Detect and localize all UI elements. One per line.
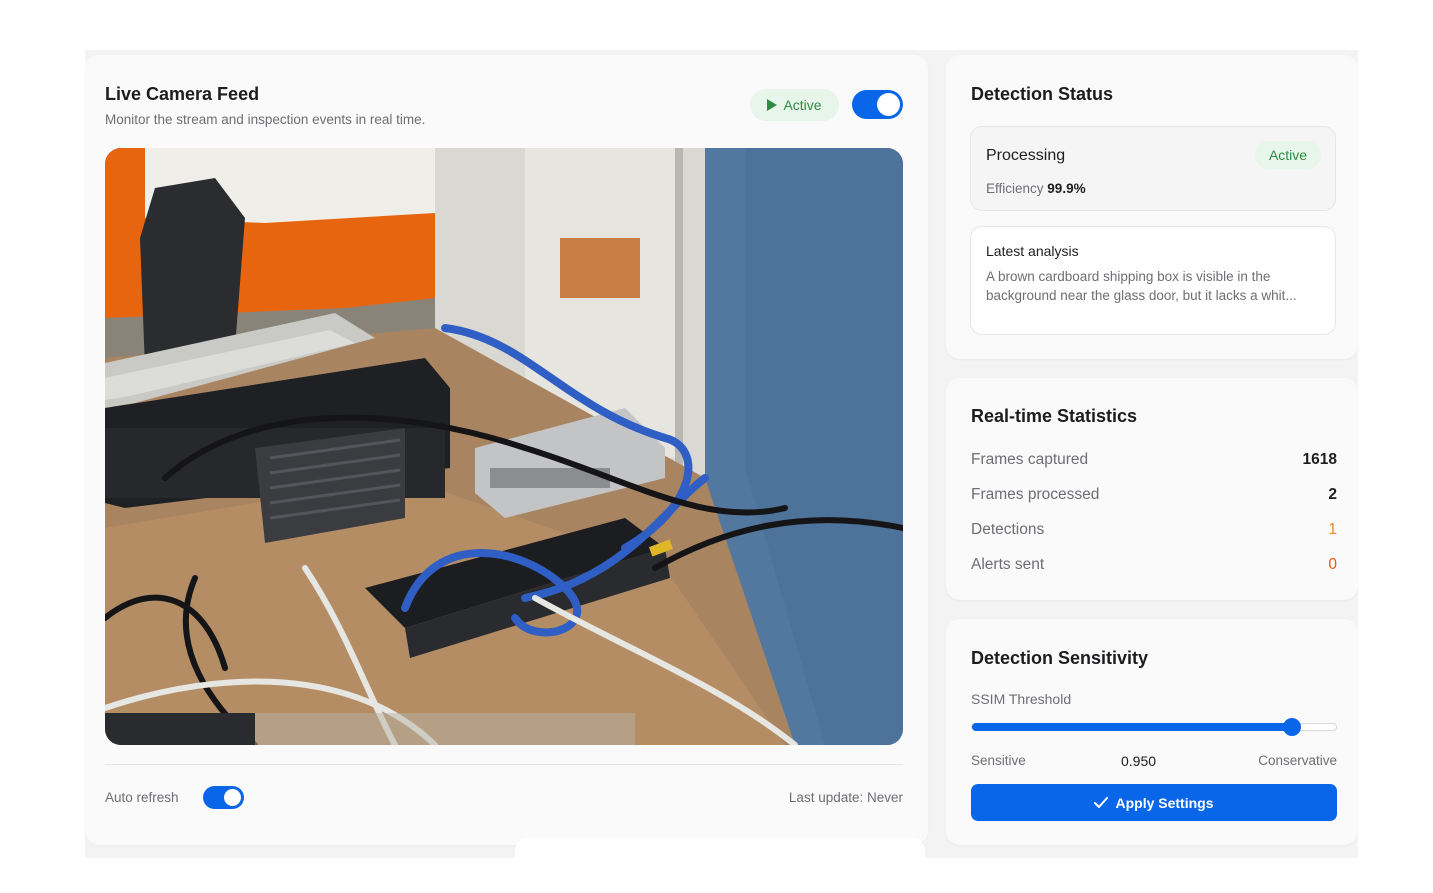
slider-thumb[interactable] [1283,718,1302,736]
processing-label: Processing [986,147,1066,164]
auto-refresh-toggle-knob [224,789,241,806]
feed-footer-divider [105,764,903,765]
feed-subtitle: Monitor the stream and inspection events… [105,112,426,127]
slider-value: 0.950 [1121,753,1157,769]
stat-label: Detections [971,521,1045,538]
detection-sensitivity-card: Detection Sensitivity SSIM Threshold Sen… [946,619,1358,845]
slider-fill [972,723,1293,731]
stat-value: 1618 [1302,451,1337,468]
statistics-title: Real-time Statistics [971,406,1138,426]
bottom-card-edge [515,838,925,858]
slider-max-label: Conservative [1258,753,1337,768]
latest-analysis-box: Latest analysis A brown cardboard shippi… [970,226,1336,335]
latest-analysis-text: A brown cardboard shipping box is visibl… [986,269,1297,303]
camera-feed-image [105,148,903,745]
detection-status-card: Detection Status Processing Active Effic… [946,55,1358,359]
stat-label: Alerts sent [971,556,1045,573]
last-update-text: Last update: Never [788,790,903,805]
efficiency-readout: Efficiency 99.9% [986,181,1086,196]
ssim-threshold-label: SSIM Threshold [971,691,1072,707]
sensitivity-title: Detection Sensitivity [971,648,1149,668]
efficiency-value: 99.9% [1047,181,1086,196]
stat-value: 0 [1328,556,1337,573]
live-feed-card: Live Camera Feed Monitor the stream and … [85,55,928,845]
auto-refresh-label: Auto refresh [105,790,179,805]
stat-label: Frames processed [971,486,1100,503]
stat-value: 2 [1328,486,1337,503]
detection-status-title: Detection Status [971,84,1114,104]
processing-box: Processing Active Efficiency 99.9% [970,126,1336,211]
stat-value: 1 [1328,521,1337,538]
stream-toggle[interactable] [852,90,903,119]
slider-min-label: Sensitive [971,753,1026,768]
stream-status-label: Active [783,97,822,113]
apply-settings-label: Apply Settings [1115,794,1214,811]
processing-status-badge: Active [1255,141,1321,169]
latest-analysis-title: Latest analysis [986,243,1079,259]
stream-status-badge[interactable]: Active [750,89,839,121]
stat-label: Frames captured [971,451,1089,468]
auto-refresh-toggle[interactable] [203,786,244,809]
feed-title: Live Camera Feed [105,84,260,104]
stream-toggle-knob [877,93,900,116]
realtime-statistics-card: Real-time Statistics Frames captured 161… [946,378,1358,600]
play-icon [767,99,778,111]
ssim-threshold-slider[interactable] [971,718,1337,736]
efficiency-label: Efficiency [986,181,1044,196]
apply-settings-button[interactable]: Apply Settings [971,784,1337,821]
check-icon [1094,796,1109,808]
